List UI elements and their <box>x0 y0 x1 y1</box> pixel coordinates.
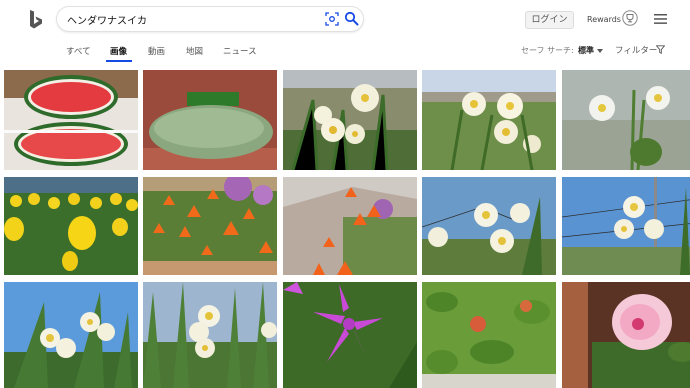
image-result[interactable] <box>562 282 690 388</box>
image-result[interactable] <box>143 70 277 170</box>
search-input[interactable]: ヘンダワナスイカ <box>67 12 147 27</box>
rewards-label[interactable]: Rewards <box>587 15 621 24</box>
image-result[interactable] <box>4 177 138 275</box>
image-result[interactable] <box>283 177 417 275</box>
image-result[interactable] <box>143 177 277 275</box>
image-results-grid <box>4 70 690 388</box>
tab-maps[interactable]: 地図 <box>186 45 203 57</box>
image-result[interactable] <box>422 70 556 170</box>
active-tab-indicator <box>106 60 132 62</box>
image-result[interactable] <box>283 282 417 388</box>
login-button[interactable]: ログイン <box>525 11 574 29</box>
bing-logo[interactable] <box>28 9 44 31</box>
tab-videos[interactable]: 動画 <box>148 45 165 57</box>
image-result[interactable] <box>562 70 690 170</box>
chevron-down-icon[interactable] <box>597 49 603 53</box>
scope-tabs: すべて 画像 動画 地図 ニュース セーフ サーチ: 標準 フィルター <box>0 40 690 62</box>
header: ヘンダワナスイカ ログイン Rewards <box>0 0 690 38</box>
rewards-trophy-icon[interactable] <box>622 10 638 26</box>
image-result[interactable] <box>422 282 556 388</box>
safe-search-label: セーフ サーチ: <box>521 46 574 55</box>
image-result[interactable] <box>4 282 138 388</box>
image-result[interactable] <box>562 177 690 275</box>
image-result[interactable] <box>4 70 138 170</box>
visual-search-icon[interactable] <box>325 12 339 26</box>
search-icon[interactable] <box>344 11 359 26</box>
image-result[interactable] <box>422 177 556 275</box>
tab-news[interactable]: ニュース <box>223 45 257 57</box>
image-result[interactable] <box>143 282 277 388</box>
filter-button[interactable]: フィルター <box>615 44 657 56</box>
safe-search-dropdown[interactable]: 標準 <box>578 45 594 56</box>
hamburger-menu-icon[interactable] <box>654 13 667 25</box>
image-result[interactable] <box>283 70 417 170</box>
tab-images[interactable]: 画像 <box>110 45 127 57</box>
tab-all[interactable]: すべて <box>66 45 91 57</box>
filter-funnel-icon[interactable] <box>656 45 665 54</box>
search-box[interactable]: ヘンダワナスイカ <box>56 6 364 32</box>
